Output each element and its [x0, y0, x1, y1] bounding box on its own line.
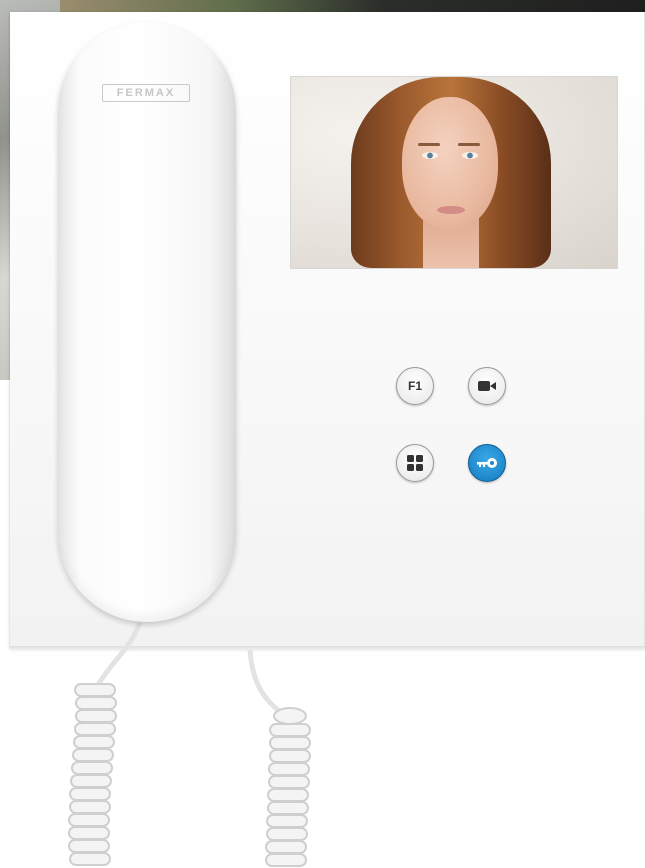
visitor-left-eye	[422, 152, 438, 159]
grid-menu-icon	[407, 455, 423, 471]
key-icon	[477, 458, 497, 468]
f1-label: F1	[407, 379, 422, 393]
door-open-button[interactable]	[468, 444, 506, 482]
visitor-left-brow	[418, 143, 440, 146]
camera-icon	[478, 381, 496, 391]
camera-button[interactable]	[468, 367, 506, 405]
visitor-lips	[437, 206, 465, 214]
visitor-right-eye	[462, 152, 478, 159]
f1-button[interactable]: F1	[396, 367, 434, 405]
menu-button[interactable]	[396, 444, 434, 482]
video-screen	[291, 77, 617, 268]
brand-logo: FERMAX	[102, 84, 190, 102]
handset[interactable]	[58, 22, 236, 622]
visitor-right-brow	[458, 143, 480, 146]
